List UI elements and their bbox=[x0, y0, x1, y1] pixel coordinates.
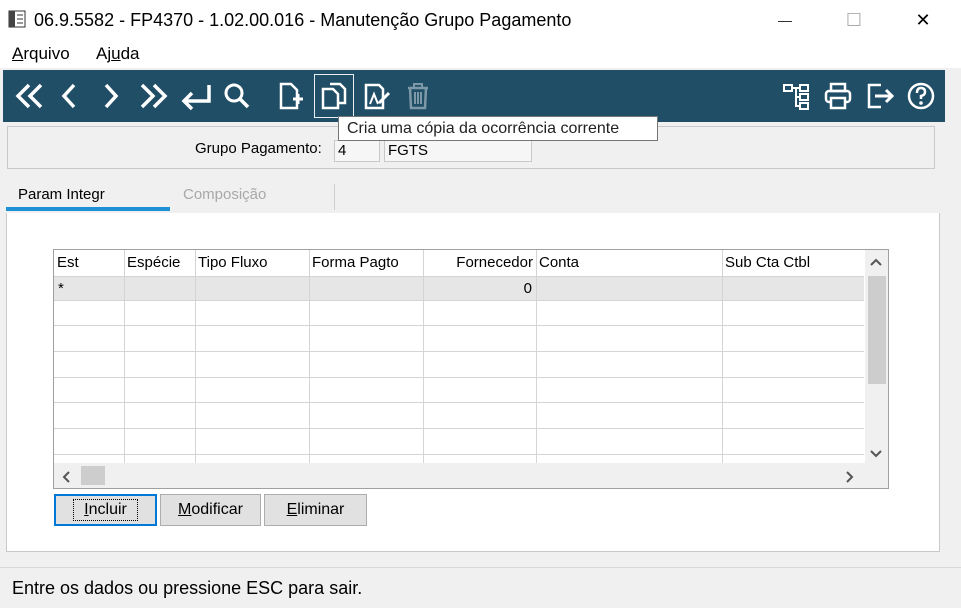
status-bar-divider bbox=[0, 567, 961, 568]
tab-separator bbox=[334, 184, 335, 210]
print-icon[interactable] bbox=[820, 70, 856, 122]
return-icon[interactable] bbox=[176, 70, 216, 122]
edit-record-icon[interactable] bbox=[358, 70, 394, 122]
horizontal-scroll-thumb[interactable] bbox=[81, 466, 105, 485]
scroll-right-icon[interactable] bbox=[845, 470, 855, 486]
grid-divider bbox=[54, 402, 864, 403]
incluir-button-label: Incluir bbox=[73, 499, 138, 521]
grid-divider bbox=[423, 250, 424, 463]
column-header-conta[interactable]: Conta bbox=[536, 250, 722, 276]
column-header-est[interactable]: Est bbox=[54, 250, 124, 276]
eliminar-accel: E bbox=[286, 501, 298, 518]
minimize-icon: — bbox=[778, 12, 792, 28]
minimize-button[interactable]: — bbox=[762, 0, 808, 40]
grid-divider bbox=[54, 351, 864, 352]
first-record-icon[interactable] bbox=[10, 70, 48, 122]
horizontal-scrollbar[interactable] bbox=[54, 463, 865, 488]
modificar-button[interactable]: Modificar bbox=[160, 494, 261, 526]
delete-record-icon bbox=[400, 70, 436, 122]
last-record-icon[interactable] bbox=[135, 70, 173, 122]
scroll-left-icon[interactable] bbox=[61, 470, 71, 486]
tab-composicao: Composição bbox=[183, 186, 267, 203]
menu-arquivo[interactable]: Arquivo bbox=[12, 44, 70, 64]
modificar-accel: M bbox=[178, 501, 192, 518]
menu-arquivo-accel: A bbox=[12, 44, 24, 63]
active-tab-indicator bbox=[6, 207, 170, 211]
window-title: 06.9.5582 - FP4370 - 1.02.00.016 - Manut… bbox=[34, 10, 572, 30]
eliminar-button-label: Eliminar bbox=[287, 501, 345, 519]
grid-divider bbox=[309, 250, 310, 463]
grid-divider bbox=[54, 276, 864, 277]
grupo-pagamento-label: Grupo Pagamento: bbox=[195, 140, 322, 157]
status-bar-text: Entre os dados ou pressione ESC para sai… bbox=[12, 578, 363, 598]
scroll-down-icon[interactable] bbox=[870, 446, 882, 462]
new-record-icon[interactable] bbox=[272, 70, 308, 122]
grupo-pagamento-description-field: FGTS bbox=[384, 140, 532, 162]
grupo-pagamento-code-field[interactable]: 4 bbox=[334, 140, 380, 162]
next-record-icon[interactable] bbox=[96, 70, 126, 122]
maximize-icon: ☐ bbox=[845, 9, 863, 30]
exit-icon[interactable] bbox=[862, 70, 898, 122]
eliminar-button[interactable]: Eliminar bbox=[264, 494, 367, 526]
maximize-button[interactable]: ☐ bbox=[831, 0, 877, 40]
column-header-especie[interactable]: Espécie bbox=[124, 250, 195, 276]
modificar-button-label: Modificar bbox=[178, 501, 243, 519]
eliminar-rest: liminar bbox=[297, 501, 345, 518]
column-header-fornecedor[interactable]: Fornecedor bbox=[423, 250, 536, 276]
scrollbar-corner bbox=[865, 463, 888, 488]
menu-arquivo-label: rquivo bbox=[23, 44, 70, 63]
previous-record-icon[interactable] bbox=[54, 70, 84, 122]
menu-ajuda-label-pre: Aj bbox=[96, 44, 112, 63]
tooltip: Cria uma cópia da ocorrência corrente bbox=[338, 116, 658, 141]
grid-divider bbox=[54, 428, 864, 429]
column-header-forma-pagto[interactable]: Forma Pagto bbox=[309, 250, 423, 276]
column-header-tipo-fluxo[interactable]: Tipo Fluxo bbox=[195, 250, 309, 276]
modificar-rest: odificar bbox=[191, 501, 243, 518]
close-button[interactable]: ✕ bbox=[900, 0, 946, 40]
data-grid[interactable]: Est Espécie Tipo Fluxo Forma Pagto Forne… bbox=[53, 249, 889, 489]
menu-bar bbox=[0, 40, 961, 68]
scroll-up-icon[interactable] bbox=[870, 254, 882, 270]
column-header-sub-cta-ctbl[interactable]: Sub Cta Ctbl bbox=[722, 250, 864, 276]
incluir-rest: ncluir bbox=[88, 501, 127, 518]
cell-est[interactable]: * bbox=[58, 277, 64, 300]
app-icon bbox=[8, 10, 26, 28]
grid-divider bbox=[722, 250, 723, 463]
search-icon[interactable] bbox=[220, 70, 254, 122]
grid-divider bbox=[54, 325, 864, 326]
vertical-scrollbar[interactable] bbox=[865, 250, 888, 463]
copy-record-icon[interactable] bbox=[313, 73, 355, 119]
structure-icon[interactable] bbox=[778, 70, 814, 122]
vertical-scroll-thumb[interactable] bbox=[868, 276, 886, 384]
tab-param-integr-label[interactable]: Param Integr bbox=[18, 186, 105, 203]
close-icon: ✕ bbox=[915, 9, 931, 30]
menu-ajuda-accel: u bbox=[111, 44, 121, 63]
incluir-button[interactable]: Incluir bbox=[54, 494, 157, 526]
cell-fornecedor[interactable]: 0 bbox=[423, 277, 532, 300]
grid-divider bbox=[54, 377, 864, 378]
grid-divider bbox=[536, 250, 537, 463]
grid-divider bbox=[195, 250, 196, 463]
help-icon[interactable] bbox=[903, 70, 939, 122]
grid-divider bbox=[54, 300, 864, 301]
grid-divider bbox=[124, 250, 125, 463]
menu-ajuda-label: da bbox=[120, 44, 140, 63]
grid-divider bbox=[54, 454, 864, 455]
menu-ajuda[interactable]: Ajuda bbox=[96, 44, 140, 64]
